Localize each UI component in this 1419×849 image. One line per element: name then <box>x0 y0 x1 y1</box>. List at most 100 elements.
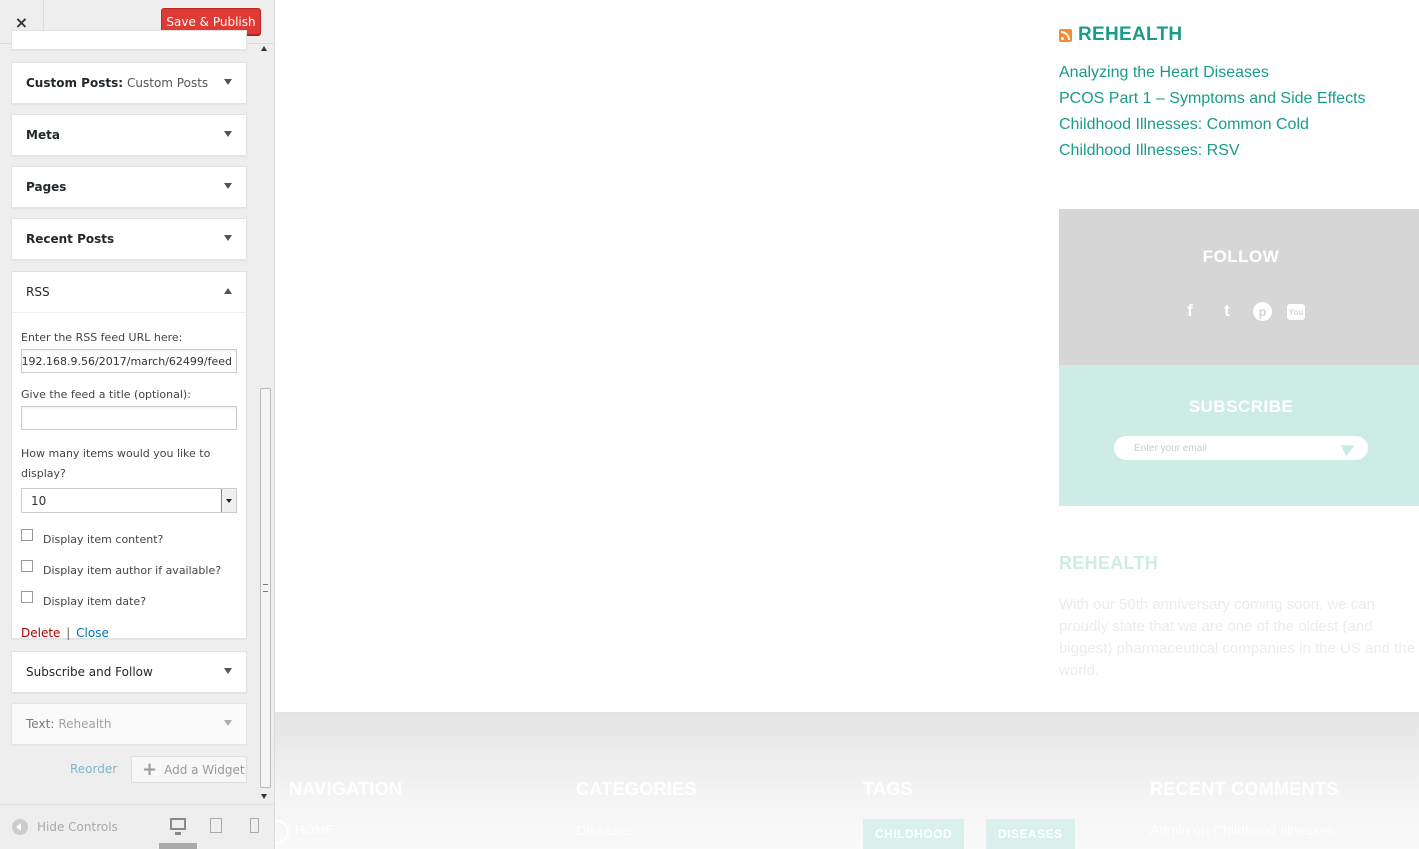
collapse-arrow-icon[interactable] <box>224 288 232 294</box>
scroll-up-arrow-icon[interactable] <box>261 46 267 51</box>
rss-widget-title[interactable]: REHEALTH <box>1059 24 1182 46</box>
twitter-icon[interactable]: t <box>1216 300 1238 322</box>
widget-recent-posts[interactable]: Recent Posts <box>11 218 247 260</box>
social-icons: f t p You <box>1179 300 1305 322</box>
hide-controls-button[interactable]: Hide Controls <box>12 819 118 835</box>
widget-subscribe-follow[interactable]: Subscribe and Follow <box>11 651 247 693</box>
rss-feed-item[interactable]: PCOS Part 1 – Symptoms and Side Effects <box>1059 90 1366 116</box>
option-date-row: Display item date? <box>21 591 237 610</box>
send-icon[interactable] <box>1341 440 1357 456</box>
widget-title: RSS <box>26 285 50 299</box>
add-widget-label: Add a Widget <box>164 762 245 777</box>
link-separator: | <box>66 626 71 640</box>
active-device-indicator <box>159 843 197 849</box>
items-count-select[interactable]: 10 <box>21 488 237 513</box>
rss-title-text: REHEALTH <box>1078 24 1183 45</box>
widget-header[interactable]: Recent Posts <box>12 219 246 259</box>
widget-meta[interactable]: Meta <box>11 114 247 156</box>
widget-header[interactable]: Meta <box>12 115 246 155</box>
footer-category-item[interactable]: Diseases <box>576 822 634 838</box>
desktop-preview-icon[interactable] <box>170 818 186 835</box>
footer-tags-title: TAGS <box>863 779 913 799</box>
pinterest-icon[interactable]: p <box>1253 302 1272 321</box>
customizer-panel: × Save & Publish Custom Posts: Custom Po… <box>0 0 275 849</box>
tablet-preview-icon[interactable] <box>210 818 222 833</box>
subscribe-title: SUBSCRIBE <box>1188 397 1294 416</box>
footer-tag[interactable]: DISEASES <box>986 819 1075 849</box>
follow-title: FOLLOW <box>1202 247 1280 266</box>
expand-arrow-icon[interactable] <box>224 131 232 137</box>
widget-title: Subscribe and Follow <box>26 665 153 679</box>
customizer-footer: Hide Controls <box>0 804 274 849</box>
about-text: With our 50th anniversary coming soon, w… <box>1059 596 1416 679</box>
widget-header[interactable]: Subscribe and Follow <box>12 652 246 692</box>
widget-header[interactable]: Pages <box>12 167 246 207</box>
display-author-checkbox[interactable] <box>21 560 33 572</box>
expand-arrow-icon[interactable] <box>224 668 232 674</box>
widget-subtitle: Rehealth <box>58 717 112 731</box>
plus-icon: + <box>142 759 158 780</box>
widget-rss: RSS Enter the RSS feed URL here: 192.168… <box>11 271 247 640</box>
email-input[interactable]: Enter your email <box>1114 436 1368 460</box>
expand-arrow-icon[interactable] <box>224 79 232 85</box>
feed-title-label: Give the feed a title (optional): <box>21 388 191 401</box>
option-content-label: Display item content? <box>43 532 164 546</box>
option-content-row: Display item content? <box>21 529 237 548</box>
footer-categories-title: CATEGORIES <box>576 779 697 799</box>
widget-custom-posts[interactable]: Custom Posts: Custom Posts <box>11 62 247 104</box>
rss-feed-icon <box>1059 28 1072 42</box>
option-author-row: Display item author if available? <box>21 560 237 579</box>
widget-title: Recent Posts <box>26 232 115 246</box>
about-title: REHEALTH <box>1059 553 1159 573</box>
rss-feed-item[interactable]: Childhood Illnesses: RSV <box>1059 142 1366 168</box>
scroll-thumb[interactable] <box>260 388 271 788</box>
youtube-icon[interactable]: You <box>1287 304 1305 320</box>
expand-arrow-icon[interactable] <box>224 235 232 241</box>
widget-title: Custom Posts: <box>26 76 124 90</box>
reorder-link[interactable]: Reorder <box>70 762 117 776</box>
follow-section: FOLLOW f t p You <box>1059 209 1419 365</box>
widget-text[interactable]: Text: Rehealth <box>11 703 247 745</box>
rss-url-input[interactable]: 192.168.9.56/2017/march/62499/feed <box>21 349 237 373</box>
rss-feed-item[interactable]: Analyzing the Heart Diseases <box>1059 64 1366 90</box>
facebook-icon[interactable]: f <box>1179 300 1201 322</box>
widget-header[interactable]: Text: Rehealth <box>12 704 246 744</box>
email-placeholder: Enter your email <box>1134 442 1207 454</box>
option-date-label: Display item date? <box>43 594 147 608</box>
expand-arrow-icon[interactable] <box>224 720 232 726</box>
widget-title: Pages <box>26 180 67 194</box>
rss-feed-item[interactable]: Childhood Illnesses: Common Cold <box>1059 116 1366 142</box>
display-date-checkbox[interactable] <box>21 591 33 603</box>
expand-arrow-icon[interactable] <box>224 183 232 189</box>
widget-header[interactable]: RSS <box>12 272 246 312</box>
mobile-preview-icon[interactable] <box>250 818 259 833</box>
widget-partial-top[interactable] <box>11 30 247 50</box>
footer-comment-item[interactable]: Admin on Childhood Illnesses: <box>1150 822 1338 838</box>
rss-url-label: Enter the RSS feed URL here: <box>21 331 183 344</box>
rss-feed-list: Analyzing the Heart Diseases PCOS Part 1… <box>1059 64 1366 168</box>
feed-title-input[interactable] <box>21 406 237 430</box>
site-footer: NAVIGATION HOME CATEGORIES Diseases TAGS… <box>275 712 1419 849</box>
display-content-checkbox[interactable] <box>21 529 33 541</box>
hide-controls-label: Hide Controls <box>37 820 118 834</box>
add-widget-button[interactable]: + Add a Widget <box>131 756 247 783</box>
rss-url-value: 192.168.9.56/2017/march/62499/feed <box>21 354 232 368</box>
widget-pages[interactable]: Pages <box>11 166 247 208</box>
widget-header[interactable]: Custom Posts: Custom Posts <box>12 63 246 103</box>
widget-actions: Delete | Close <box>21 626 237 640</box>
scroll-down-arrow-icon[interactable] <box>261 794 267 799</box>
collapse-icon <box>12 819 28 835</box>
rss-widget-form: Enter the RSS feed URL here: 192.168.9.5… <box>12 312 246 650</box>
footer-comments-title: RECENT COMMENTS <box>1150 779 1339 799</box>
footer-nav-item[interactable]: HOME <box>295 822 334 837</box>
chevron-down-icon[interactable] <box>221 489 236 512</box>
site-preview: REHEALTH Analyzing the Heart Diseases PC… <box>275 0 1419 849</box>
delete-link[interactable]: Delete <box>21 626 60 640</box>
widget-title: Text: <box>26 717 55 731</box>
home-circle-icon <box>275 820 289 844</box>
footer-navigation-title: NAVIGATION <box>289 779 403 799</box>
option-author-label: Display item author if available? <box>43 563 222 577</box>
footer-tag[interactable]: CHILDHOOD <box>863 819 965 849</box>
panel-scrollbar[interactable] <box>259 44 273 804</box>
close-link[interactable]: Close <box>76 626 109 640</box>
